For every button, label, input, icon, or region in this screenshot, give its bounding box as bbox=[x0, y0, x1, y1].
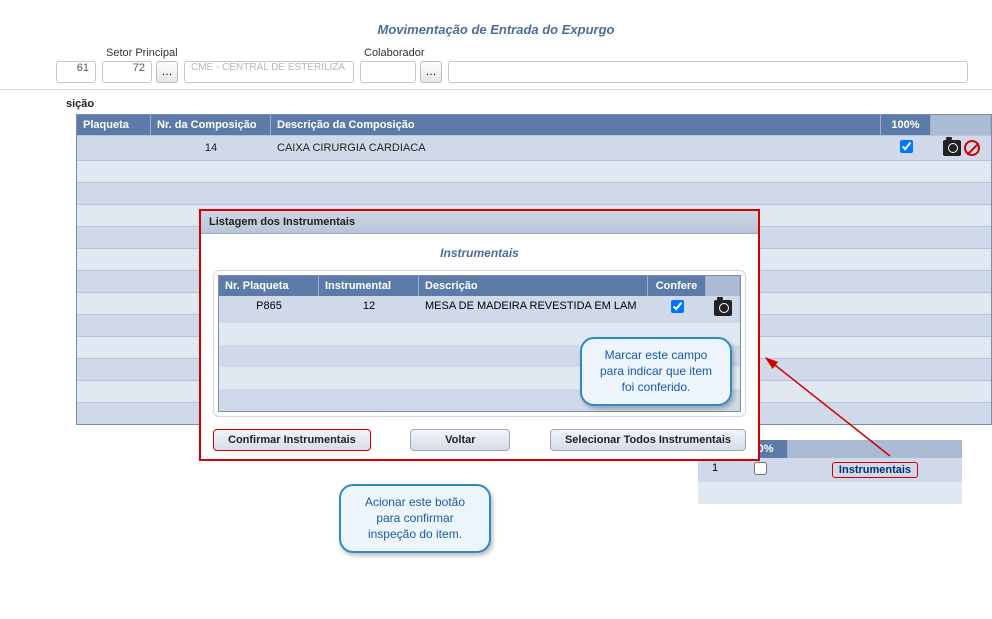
page-title: Movimentação de Entrada do Expurgo bbox=[0, 0, 992, 47]
ig-cell-instrumental: 12 bbox=[319, 296, 419, 323]
bottom-row-empty bbox=[698, 482, 962, 504]
ig-header-plaqueta: Nr. Plaqueta bbox=[219, 276, 319, 296]
ig-header-instrumental: Instrumental bbox=[319, 276, 419, 296]
header-100pct: 100% bbox=[881, 115, 931, 135]
instrumentais-modal: Listagem dos Instrumentais Instrumentais… bbox=[199, 209, 760, 461]
section-label-cut: sição bbox=[0, 90, 992, 114]
colab-label: Colaborador bbox=[360, 47, 442, 59]
setor-desc[interactable]: CME - CENTRAL DE ESTERILIZA bbox=[184, 61, 354, 83]
confere-checkbox[interactable] bbox=[671, 300, 684, 313]
cell-actions bbox=[931, 136, 991, 160]
cell-descricao: CAIXA CIRURGIA CARDIACA bbox=[271, 138, 881, 158]
arrow-annotation bbox=[760, 352, 920, 462]
colab-lookup-button[interactable]: … bbox=[420, 61, 442, 83]
ig-cell-plaqueta: P865 bbox=[219, 296, 319, 323]
modal-header: Listagem dos Instrumentais bbox=[201, 211, 758, 234]
ig-header-confere: Confere bbox=[648, 276, 706, 296]
instrumentais-link[interactable]: Instrumentais bbox=[832, 462, 918, 478]
callout-confirmar: Acionar este botão para confirmar inspeç… bbox=[339, 484, 491, 553]
setor-group: Setor Principal 72 … bbox=[102, 47, 178, 83]
confirmar-instrumentais-button[interactable]: Confirmar Instrumentais bbox=[213, 429, 371, 451]
grid-header: Plaqueta Nr. da Composição Descrição da … bbox=[77, 115, 991, 135]
bottom-checkbox-100pct[interactable] bbox=[754, 462, 767, 475]
field-num1[interactable]: 61 bbox=[56, 61, 96, 83]
ig-cell-descricao: MESA DE MADEIRA REVESTIDA EM LAM bbox=[419, 296, 648, 323]
selecionar-todos-button[interactable]: Selecionar Todos Instrumentais bbox=[550, 429, 746, 451]
modal-actions: Confirmar Instrumentais Voltar Seleciona… bbox=[213, 429, 746, 451]
camera-icon[interactable] bbox=[714, 300, 732, 316]
callout-confere: Marcar este campo para indicar que item … bbox=[580, 337, 732, 406]
checkbox-100pct[interactable] bbox=[900, 140, 913, 153]
colab-num[interactable] bbox=[360, 61, 416, 83]
header-actions bbox=[931, 115, 991, 135]
voltar-button[interactable]: Voltar bbox=[410, 429, 510, 451]
cell-100pct bbox=[881, 136, 931, 160]
ig-header-camera bbox=[706, 276, 740, 296]
ig-header-descricao: Descrição bbox=[419, 276, 648, 296]
ig-row[interactable]: P865 12 MESA DE MADEIRA REVESTIDA EM LAM bbox=[219, 296, 740, 323]
grid-row[interactable]: 14 CAIXA CIRURGIA CARDIACA bbox=[77, 135, 991, 160]
ban-icon[interactable] bbox=[964, 140, 980, 156]
setor-num[interactable]: 72 bbox=[102, 61, 152, 83]
grid-row-empty bbox=[77, 182, 991, 204]
setor-lookup-button[interactable]: … bbox=[156, 61, 178, 83]
setor-label: Setor Principal bbox=[102, 47, 178, 59]
header-descricao: Descrição da Composição bbox=[271, 115, 881, 135]
form-row: 61 Setor Principal 72 … CME - CENTRAL DE… bbox=[0, 47, 992, 90]
ig-cell-confere bbox=[648, 296, 706, 323]
colab-desc[interactable] bbox=[448, 61, 968, 83]
cell-nr-composicao: 14 bbox=[151, 138, 271, 158]
grid-row-empty bbox=[77, 160, 991, 182]
bottom-cell-qtde: 1 bbox=[698, 458, 732, 482]
colab-group: Colaborador … bbox=[360, 47, 442, 83]
cell-plaqueta bbox=[77, 144, 151, 152]
modal-subtitle: Instrumentais bbox=[213, 246, 746, 260]
header-nr-composicao: Nr. da Composição bbox=[151, 115, 271, 135]
header-plaqueta: Plaqueta bbox=[77, 115, 151, 135]
ig-cell-camera bbox=[706, 296, 740, 323]
camera-icon[interactable] bbox=[943, 140, 961, 156]
